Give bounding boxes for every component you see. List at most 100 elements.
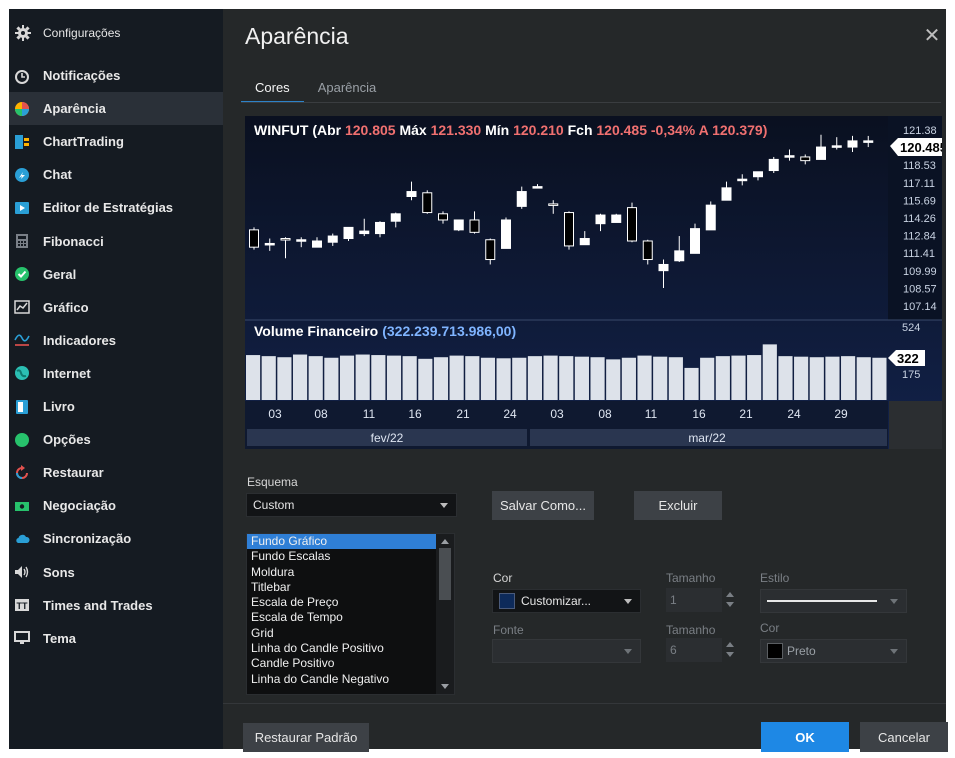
- volume-tick-label: 175: [902, 369, 920, 381]
- sidebar-item-sincronizacao[interactable]: Sincronização: [9, 522, 223, 555]
- price-tick-label: 114.26: [903, 213, 936, 225]
- header-part: Fch: [564, 122, 597, 138]
- chevron-down-icon: [624, 649, 632, 654]
- volume-bar: [731, 355, 746, 400]
- price-tick-label: 112.84: [903, 231, 936, 243]
- list-item[interactable]: Moldura: [247, 565, 436, 580]
- volume-bar: [621, 357, 636, 400]
- close-icon[interactable]: ✕: [922, 23, 942, 48]
- sidebar-item-fibonacci[interactable]: Fibonacci: [9, 225, 223, 258]
- price-tick-label: 111.41: [903, 248, 935, 260]
- volume-badge-text: 322: [897, 351, 919, 366]
- volume-bar: [527, 356, 543, 400]
- sidebar-item-editor-de-estrategias[interactable]: Editor de Estratégias: [9, 191, 223, 224]
- restore-default-button[interactable]: Restaurar Padrão: [243, 723, 369, 752]
- volume-bar: [402, 356, 417, 400]
- header-part: 120.805: [345, 122, 396, 138]
- price-header: WINFUT (Abr 120.805 Máx 121.330 Mín 120.…: [254, 122, 767, 138]
- date-tick-label: 24: [503, 407, 517, 421]
- volume-bar: [684, 367, 699, 400]
- list-item[interactable]: Linha do Candle Negativo: [247, 672, 436, 687]
- chevron-down-icon: [726, 602, 734, 607]
- scheme-select[interactable]: Custom: [246, 493, 457, 517]
- chevron-up-icon: [726, 642, 734, 647]
- sidebar-item-notificacoes[interactable]: Notificações: [9, 59, 223, 92]
- date-tick-label: 24: [787, 407, 801, 421]
- tab-cores[interactable]: Cores: [241, 79, 304, 103]
- volume-bar: [371, 355, 386, 400]
- price-tick-label: 108.57: [903, 283, 937, 295]
- sidebar-header-label: Configurações: [43, 26, 121, 40]
- volume-bar: [715, 356, 730, 400]
- list-item[interactable]: Grid: [247, 626, 436, 641]
- font-select[interactable]: [492, 639, 641, 663]
- candle: [343, 226, 354, 241]
- price-tick-label: 117.11: [903, 178, 935, 190]
- header-part: 120.379): [712, 122, 767, 138]
- volume-bar: [668, 357, 683, 400]
- sidebar-item-restaurar[interactable]: Restaurar: [9, 456, 223, 489]
- list-item[interactable]: Fundo Gráfico: [247, 534, 436, 550]
- volume-bar: [308, 356, 323, 400]
- candle: [422, 190, 433, 214]
- date-tick-label: 08: [598, 407, 612, 421]
- globe-icon: [13, 364, 31, 382]
- cancel-button[interactable]: Cancelar: [860, 722, 948, 752]
- size2-label: Tamanho: [666, 623, 716, 637]
- list-item[interactable]: Fundo Escalas: [247, 549, 436, 564]
- sidebar-item-negociacao[interactable]: Negociação: [9, 489, 223, 522]
- restore-icon: [13, 464, 31, 482]
- date-tick-label: 21: [739, 407, 753, 421]
- price-tick-label: 115.69: [903, 195, 936, 207]
- sidebar-item-grafico[interactable]: Gráfico: [9, 291, 223, 324]
- list-item[interactable]: Titlebar: [247, 580, 436, 595]
- candle: [453, 219, 464, 232]
- list-item[interactable]: Escala de Tempo: [247, 610, 436, 625]
- ok-button[interactable]: OK: [761, 722, 849, 752]
- sidebar-item-geral[interactable]: Geral: [9, 258, 223, 291]
- alarm-clock-icon: [13, 67, 31, 85]
- header-part: WINFUT (Abr: [254, 122, 345, 138]
- sidebar-item-sons[interactable]: Sons: [9, 556, 223, 589]
- sidebar-item-label: Geral: [43, 266, 77, 282]
- volume-bar: [324, 357, 339, 400]
- volume-label: Volume Financeiro: [254, 323, 378, 339]
- size2-stepper[interactable]: [724, 638, 736, 662]
- sidebar-item-tema[interactable]: Tema: [9, 622, 223, 655]
- volume-value: (322.239.713.986,00): [382, 323, 516, 339]
- volume-bar: [292, 354, 308, 400]
- sidebar-item-indicadores[interactable]: Indicadores: [9, 324, 223, 357]
- sidebar-item-livro[interactable]: Livro: [9, 390, 223, 423]
- sidebar-item-internet[interactable]: Internet: [9, 357, 223, 390]
- chevron-down-icon: [890, 599, 898, 604]
- list-scroll-thumb[interactable]: [439, 548, 451, 600]
- sidebar-item-opcoes[interactable]: Opções: [9, 423, 223, 456]
- list-scrollbar[interactable]: [436, 534, 454, 694]
- volume-bar: [653, 356, 668, 400]
- gear-icon: [15, 25, 31, 41]
- size-input[interactable]: 1: [666, 588, 722, 612]
- list-item[interactable]: Escala de Preço: [247, 595, 436, 610]
- chevron-down-icon: [624, 599, 632, 604]
- save-as-button[interactable]: Salvar Como...: [492, 491, 594, 520]
- sidebar-item-times-and-trades[interactable]: TT Times and Trades: [9, 589, 223, 622]
- list-item[interactable]: Candle Positivo: [247, 656, 436, 671]
- list-item[interactable]: Linha do Candle Positivo: [247, 641, 436, 656]
- line-style-select[interactable]: [760, 589, 907, 613]
- delete-button[interactable]: Excluir: [634, 491, 722, 520]
- font-color-select[interactable]: Preto: [760, 639, 907, 663]
- volume-bar: [590, 357, 605, 400]
- element-list[interactable]: Fundo Gráfico Fundo Escalas Moldura Titleba…: [246, 533, 455, 695]
- sidebar-item-charttrading[interactable]: ChartTrading: [9, 125, 223, 158]
- date-tick-label: 21: [456, 407, 470, 421]
- size-stepper[interactable]: [724, 588, 736, 612]
- volume-header: Volume Financeiro (322.239.713.986,00): [254, 323, 516, 339]
- sidebar-item-aparencia[interactable]: Aparência: [9, 92, 223, 126]
- color-select[interactable]: Customizar...: [492, 589, 641, 613]
- size2-input[interactable]: 6: [666, 638, 722, 662]
- candle: [249, 227, 259, 250]
- sidebar-item-chat[interactable]: Chat: [9, 158, 223, 191]
- volume-bar: [246, 355, 261, 400]
- tab-aparencia[interactable]: Aparência: [304, 79, 391, 103]
- date-tick-label: 11: [363, 407, 376, 421]
